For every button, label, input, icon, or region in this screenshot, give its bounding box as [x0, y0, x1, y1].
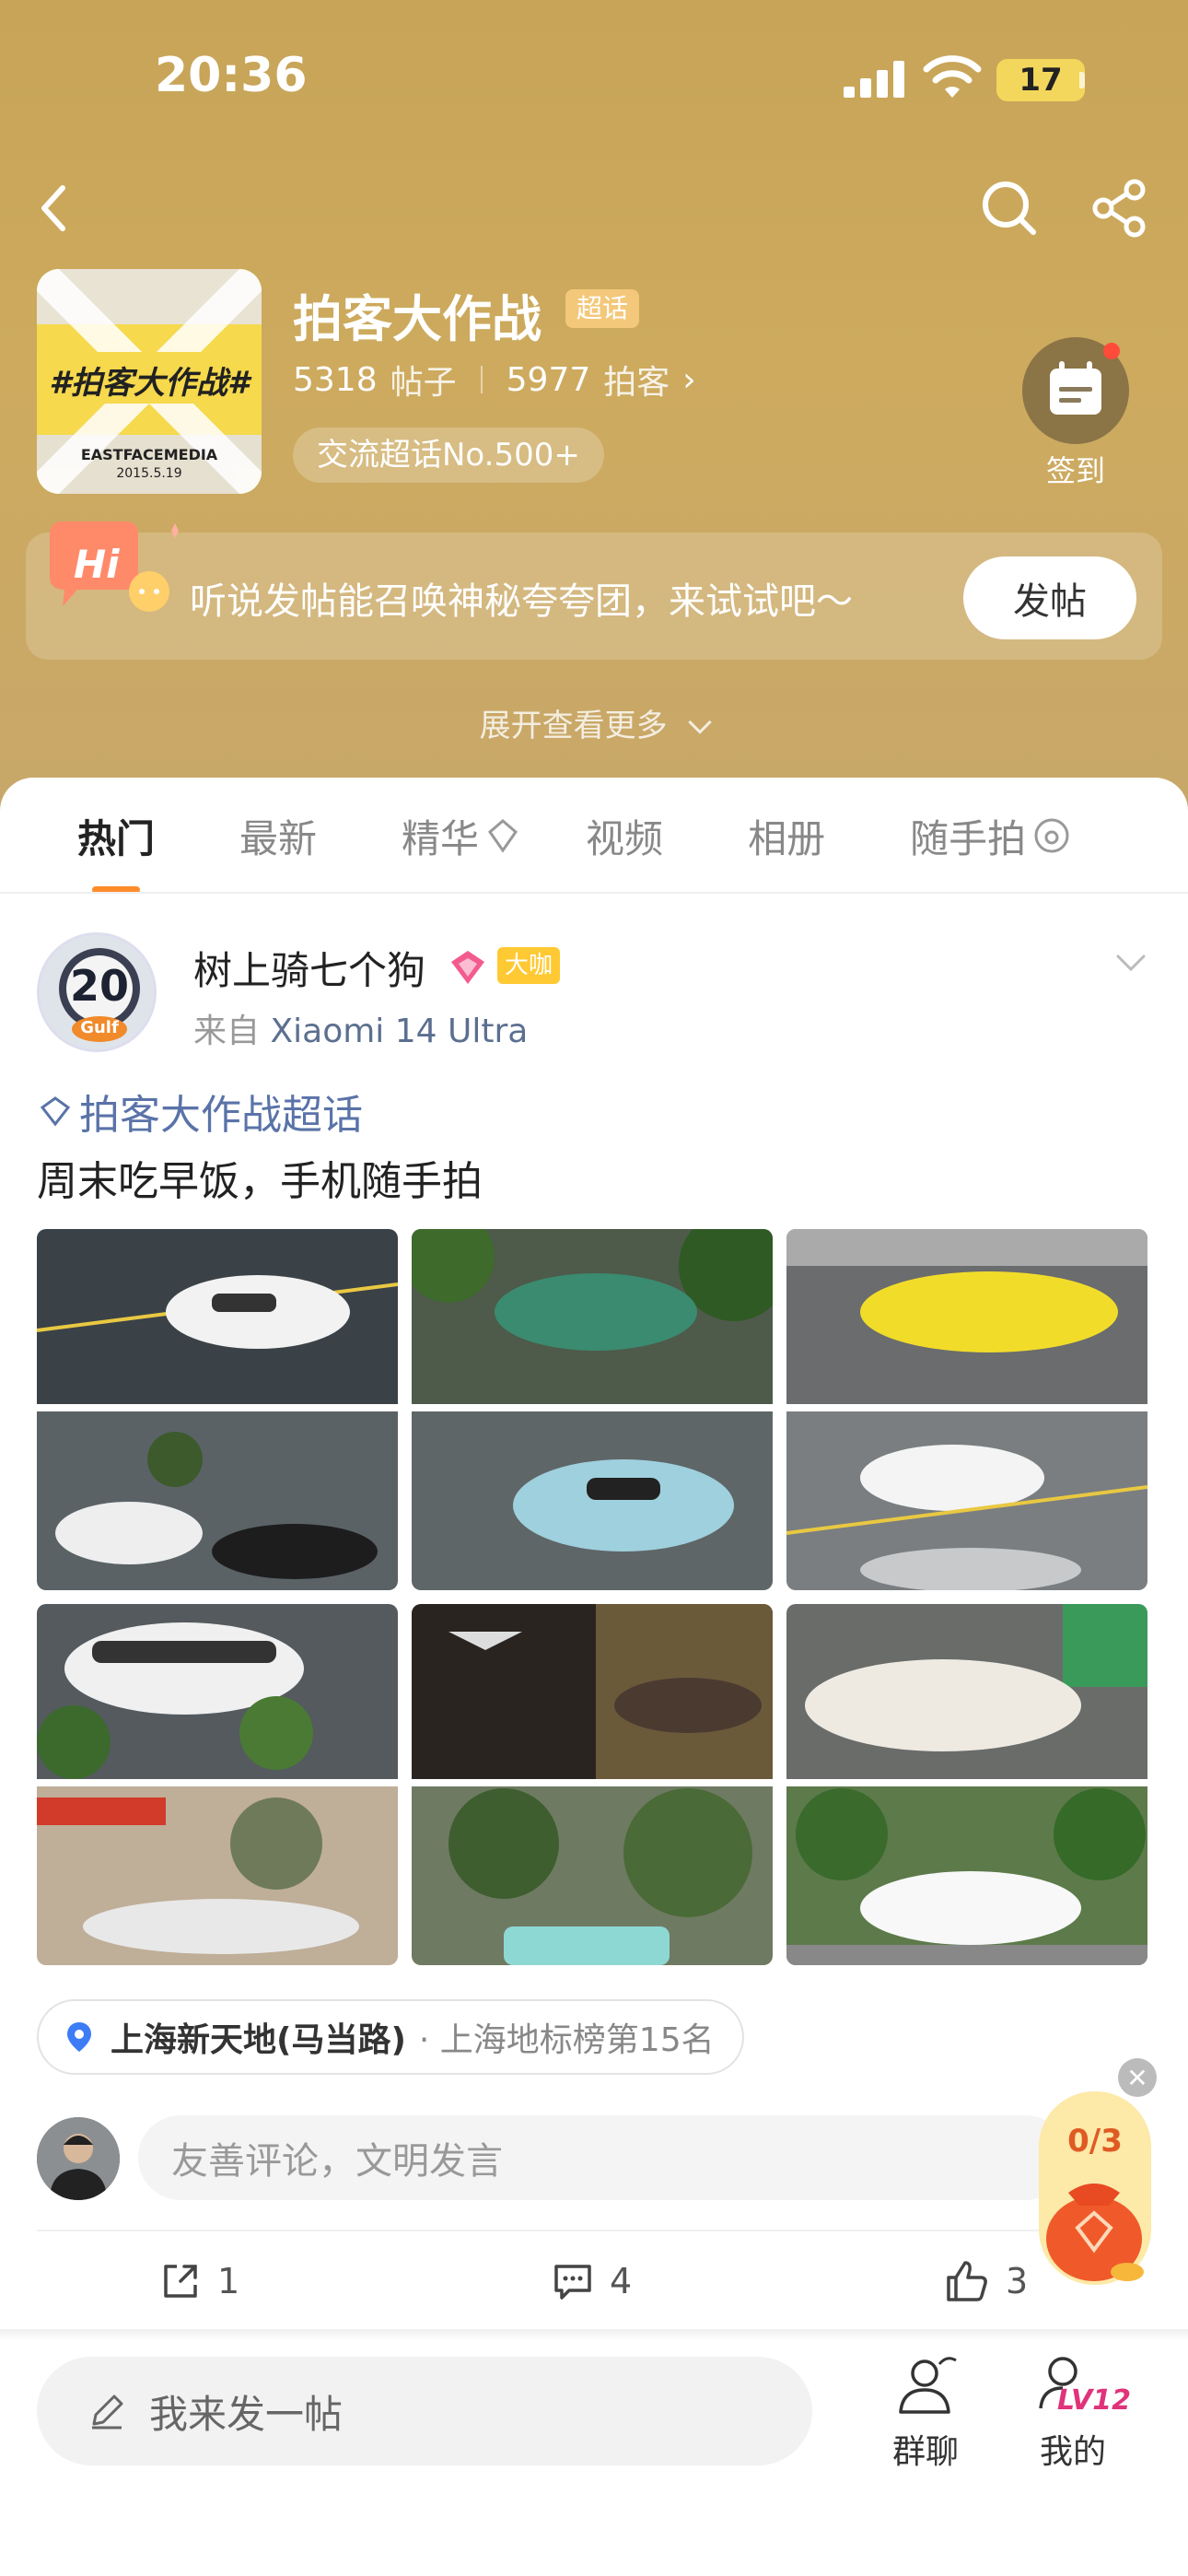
photo-thumbnail[interactable]	[786, 1604, 1147, 1965]
tabs-divider	[0, 892, 1188, 894]
tab-featured[interactable]: 精华	[402, 803, 523, 868]
level-indicator: LV12	[1057, 2384, 1131, 2417]
level-badge: 大咖	[497, 947, 561, 984]
topic-cover-image[interactable]: #拍客大作战# EASTFACEMEDIA 2015.5.19	[37, 269, 262, 494]
photo-art	[786, 1604, 1147, 1965]
device-name[interactable]: Xiaomi 14 Ultra	[270, 1013, 528, 1050]
reward-bag-icon[interactable]	[1035, 2091, 1155, 2294]
comment-button[interactable]: 4	[551, 2254, 632, 2309]
tab-snapshot[interactable]: 随手拍	[910, 803, 1072, 868]
photo-thumbnail[interactable]	[412, 1229, 773, 1590]
battery-indicator: 17	[996, 59, 1085, 101]
expand-more-link[interactable]: 展开查看更多	[0, 700, 1188, 745]
post-text: 周末吃早饭，手机随手拍	[37, 1158, 483, 1205]
wifi-icon	[923, 55, 982, 98]
photo-thumbnail[interactable]	[786, 1229, 1147, 1590]
close-icon[interactable]: ✕	[1118, 2058, 1157, 2097]
from-prefix: 来自	[193, 1013, 261, 1050]
thumbs-up-icon	[947, 2261, 987, 2301]
members-label: 拍客	[603, 364, 670, 402]
group-chat-label: 群聊	[891, 2433, 959, 2471]
super-topic-badge: 超话	[565, 289, 640, 328]
avatar-art	[37, 2117, 120, 2200]
comment-count: 4	[610, 2261, 633, 2301]
photo-art	[37, 1229, 398, 1590]
back-arrow-icon[interactable]	[22, 175, 88, 241]
diamond-icon	[40, 1096, 71, 1127]
like-button[interactable]: 3	[943, 2254, 1028, 2309]
topic-tag[interactable]: 拍客大作战超话	[37, 1082, 363, 1141]
battery-tip	[1079, 72, 1085, 88]
chevron-down-icon	[688, 710, 713, 734]
location-chip[interactable]: 上海新天地(马当路) · 上海地标榜第15名	[37, 1999, 744, 2075]
notification-dot	[1103, 343, 1120, 359]
avatar[interactable]: 20 Gulf	[37, 932, 157, 1052]
vip-diamond-icon	[451, 951, 484, 984]
post-source: 来自 Xiaomi 14 Ultra	[193, 1004, 528, 1052]
group-chat-icon	[899, 2357, 957, 2414]
tab-bar: 热门 最新 精华 视频 相册 随手拍	[0, 803, 1188, 894]
photo-art	[786, 1229, 1147, 1590]
photo-thumbnail[interactable]	[412, 1604, 773, 1965]
current-user-avatar	[37, 2117, 120, 2200]
topic-cover-date: 2015.5.19	[116, 466, 182, 481]
diamond-icon	[488, 819, 518, 853]
mine-label: 我的	[1039, 2433, 1106, 2471]
like-count: 3	[1006, 2261, 1029, 2301]
mine-button[interactable]: LV12 我的	[1031, 2351, 1133, 2473]
repost-icon	[164, 2265, 197, 2298]
avatar-brand: Gulf	[80, 1018, 119, 1037]
photo-art	[412, 1604, 773, 1965]
photo-art	[412, 1229, 773, 1590]
tab-album[interactable]: 相册	[748, 803, 825, 868]
topic-cover-subtitle: EASTFACEMEDIA	[80, 446, 218, 463]
rank-chip[interactable]: 交流超话No.500+	[293, 427, 604, 483]
topic-stats[interactable]: 5318 帖子 5977 拍客 ›	[293, 356, 696, 404]
tab-latest[interactable]: 最新	[239, 803, 317, 868]
status-time: 20:36	[155, 48, 308, 103]
reward-count: 0/3	[1067, 2123, 1123, 2160]
tab-snapshot-label: 随手拍	[910, 815, 1027, 861]
repost-button[interactable]: 1	[158, 2254, 239, 2309]
comment-input[interactable]: 友善评论，文明发言	[138, 2115, 1068, 2200]
avatar-number: 20	[69, 961, 129, 1011]
write-post-button[interactable]: 我来发一帖	[37, 2357, 812, 2465]
checkin-label: 签到	[1046, 453, 1106, 488]
tab-featured-label: 精华	[402, 815, 480, 861]
camera-icon	[1034, 818, 1069, 853]
write-post-label: 我来发一帖	[149, 2391, 344, 2437]
group-chat-button[interactable]: 群聊	[884, 2351, 967, 2473]
post-button[interactable]: 发帖	[963, 556, 1136, 639]
location-name: 上海新天地(马当路)	[111, 2021, 406, 2059]
photo-thumbnail[interactable]	[37, 1229, 398, 1590]
photo-thumbnail[interactable]	[37, 1604, 398, 1965]
bottom-bar-shadow	[0, 2329, 1188, 2340]
topic-title: 拍客大作战	[293, 290, 542, 348]
pencil-icon	[92, 2395, 123, 2430]
repost-count: 1	[217, 2261, 240, 2301]
location-pin-icon	[67, 2022, 91, 2052]
signal-icon	[844, 61, 904, 98]
photo-art	[37, 1604, 398, 1965]
photo-grid	[37, 1229, 1147, 1965]
post-username[interactable]: 树上骑七个狗	[193, 940, 425, 996]
members-count: 5977	[506, 360, 591, 399]
topic-tag-label: 拍客大作战超话	[79, 1092, 363, 1139]
comment-icon	[554, 2265, 591, 2300]
posts-count: 5318	[293, 360, 378, 399]
promo-text: 听说发帖能召唤神秘夸夸团，来试试吧～	[190, 580, 853, 623]
share-icon[interactable]	[1087, 175, 1153, 241]
tab-video[interactable]: 视频	[586, 803, 663, 868]
chevron-down-icon[interactable]	[1112, 943, 1149, 980]
stats-divider	[480, 366, 483, 393]
tab-hot[interactable]: 热门	[77, 803, 155, 894]
search-icon[interactable]	[976, 175, 1042, 241]
hi-bubble-text: Hi	[74, 542, 120, 587]
location-rank: · 上海地标榜第15名	[418, 2021, 715, 2059]
expand-more-label: 展开查看更多	[479, 708, 668, 744]
actions-divider	[37, 2230, 1151, 2231]
topic-cover-title: #拍客大作战#	[49, 365, 250, 402]
posts-label: 帖子	[390, 364, 457, 402]
chevron-right-icon: ›	[682, 360, 696, 399]
